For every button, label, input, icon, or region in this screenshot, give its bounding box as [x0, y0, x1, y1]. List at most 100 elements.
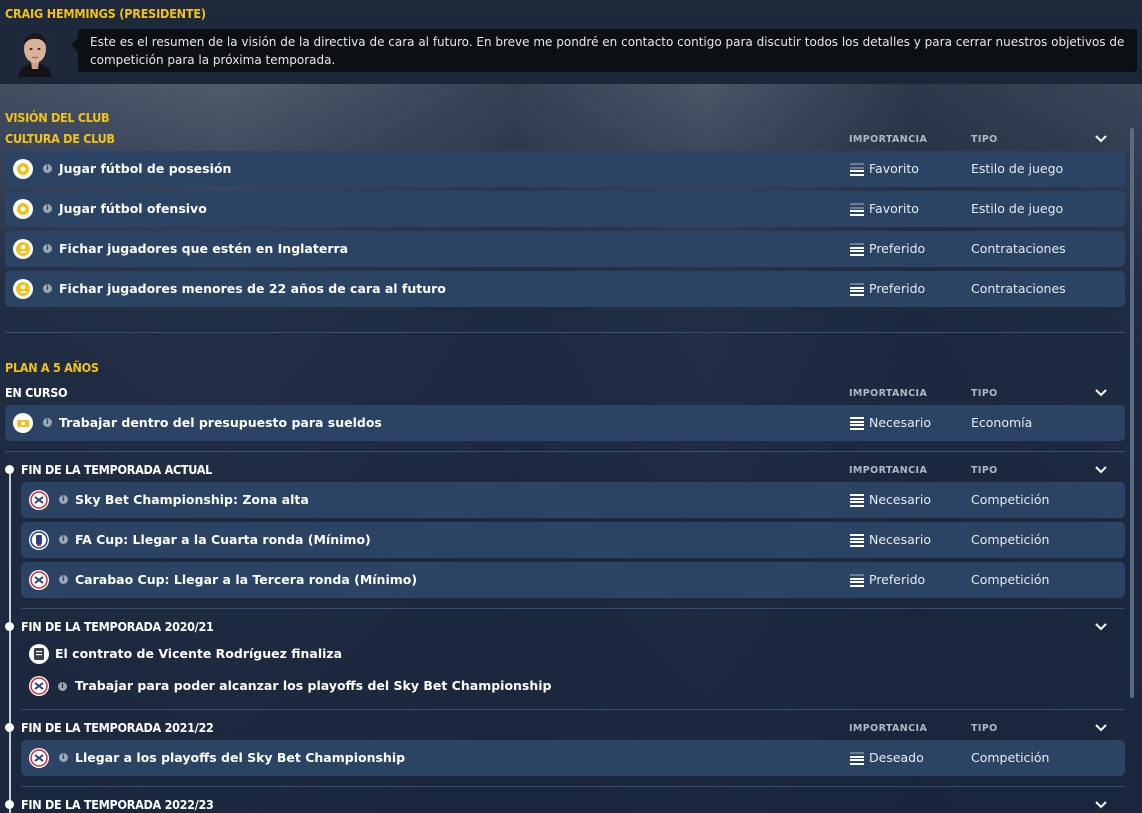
subsection-title-ongoing: EN CURSO: [5, 385, 68, 400]
section-divider: [21, 786, 1125, 787]
importance-value: Preferido: [869, 241, 926, 256]
importance-bars-icon: [850, 534, 864, 547]
type-value: Competición: [971, 572, 1050, 587]
objective-label: FA Cup: Llegar a la Cuarta ronda (Mínimo…: [75, 532, 371, 547]
section-divider: [5, 332, 1125, 333]
timeline-dot: [5, 723, 14, 732]
section-title-vision: VISIÓN DEL CLUB: [5, 110, 110, 125]
collapse-chevron-icon[interactable]: [1094, 798, 1108, 812]
timeline-dot: [5, 800, 14, 809]
importance-bars-icon: [850, 163, 864, 176]
importance-bars-icon: [850, 417, 864, 430]
importance-bars-icon: [850, 574, 864, 587]
info-icon[interactable]: i: [58, 682, 67, 691]
tactics-icon: [13, 159, 33, 179]
section-divider: [21, 709, 1125, 710]
importance-value: Necesario: [869, 492, 932, 507]
vision-row[interactable]: i Fichar jugadores que estén en Inglater…: [5, 231, 1125, 267]
chairman-message: Este es el resumen de la visión de la di…: [71, 29, 1137, 72]
importance-value: Necesario: [869, 532, 932, 547]
timeline-title-current-season: FIN DE LA TEMPORADA ACTUAL: [21, 462, 213, 477]
objective-label: El contrato de Vicente Rodríguez finaliz…: [55, 646, 343, 661]
importance-value: Necesario: [869, 415, 932, 430]
section-divider: [5, 451, 1125, 452]
column-header-importance: IMPORTANCIA: [849, 388, 928, 399]
collapse-chevron-icon[interactable]: [1094, 620, 1108, 634]
timeline-title-2020-21: FIN DE LA TEMPORADA 2020/21: [21, 619, 214, 634]
subsection-title-club-culture: CULTURA DE CLUB: [5, 131, 115, 146]
importance-bars-icon: [850, 752, 864, 765]
objective-label: Sky Bet Championship: Zona alta: [75, 492, 309, 507]
objective-label: Fichar jugadores menores de 22 años de c…: [59, 281, 446, 296]
info-icon[interactable]: i: [43, 244, 52, 253]
importance-bars-icon: [850, 243, 864, 256]
type-value: Contrataciones: [971, 281, 1066, 296]
info-icon[interactable]: i: [43, 418, 52, 427]
chairman-avatar[interactable]: [14, 27, 56, 77]
type-value: Competición: [971, 750, 1050, 765]
column-header-type: TIPO: [971, 134, 998, 145]
objective-label: Carabao Cup: Llegar a la Tercera ronda (…: [75, 572, 418, 587]
objective-label: Fichar jugadores que estén en Inglaterra: [59, 241, 349, 256]
column-header-importance: IMPORTANCIA: [849, 134, 928, 145]
importance-value: Favorito: [869, 201, 919, 216]
info-icon[interactable]: i: [43, 204, 52, 213]
objective-label: Jugar fútbol de posesión: [59, 161, 232, 176]
collapse-chevron-icon[interactable]: [1094, 386, 1108, 400]
importance-bars-icon: [850, 494, 864, 507]
info-icon[interactable]: i: [59, 495, 68, 504]
player-icon: [13, 279, 33, 299]
importance-bars-icon: [850, 203, 864, 216]
type-value: Estilo de juego: [971, 161, 1064, 176]
timeline-title-2022-23: FIN DE LA TEMPORADA 2022/23: [21, 797, 214, 812]
cup-badge-icon: [29, 530, 49, 550]
info-icon[interactable]: i: [43, 284, 52, 293]
board-vision-panel: VISIÓN DEL CLUB CULTURA DE CLUB IMPORTAN…: [0, 99, 1142, 813]
importance-value: Deseado: [869, 750, 924, 765]
vision-row[interactable]: i Fichar jugadores menores de 22 años de…: [5, 271, 1125, 307]
type-value: Economía: [971, 415, 1033, 430]
type-value: Contrataciones: [971, 241, 1066, 256]
chairman-name[interactable]: CRAIG HEMMINGS (PRESIDENTE): [5, 6, 206, 21]
importance-bars-icon: [850, 283, 864, 296]
objective-label: Jugar fútbol ofensivo: [59, 201, 207, 216]
league-badge-icon: [29, 676, 49, 696]
contract-icon: [29, 644, 49, 664]
type-value: Competición: [971, 532, 1050, 547]
type-value: Competición: [971, 492, 1050, 507]
chairman-header: CRAIG HEMMINGS (PRESIDENTE) Este es el r…: [0, 0, 1142, 84]
vision-row[interactable]: i Jugar fútbol ofensivo Favorito Estilo …: [5, 191, 1125, 227]
info-icon[interactable]: i: [43, 164, 52, 173]
vision-row[interactable]: i Jugar fútbol de posesión Favorito Esti…: [5, 151, 1125, 187]
section-title-five-year-plan: PLAN A 5 AÑOS: [5, 360, 99, 375]
section-divider: [21, 608, 1125, 609]
tactics-icon: [13, 199, 33, 219]
plan-row[interactable]: i Llegar a los playoffs del Sky Bet Cham…: [21, 740, 1125, 776]
timeline-dot: [5, 465, 14, 474]
collapse-chevron-icon[interactable]: [1094, 132, 1108, 146]
league-badge-icon: [29, 490, 49, 510]
importance-value: Preferido: [869, 281, 926, 296]
column-header-type: TIPO: [971, 465, 998, 476]
column-header-importance: IMPORTANCIA: [849, 465, 928, 476]
league-badge-icon: [29, 570, 49, 590]
info-icon[interactable]: i: [59, 575, 68, 584]
plan-row[interactable]: i Sky Bet Championship: Zona alta Necesa…: [21, 482, 1125, 518]
importance-value: Favorito: [869, 161, 919, 176]
column-header-type: TIPO: [971, 723, 998, 734]
timeline-dot: [5, 622, 14, 631]
vertical-scrollbar[interactable]: [1130, 128, 1134, 698]
plan-row[interactable]: i FA Cup: Llegar a la Cuarta ronda (Míni…: [21, 522, 1125, 558]
collapse-chevron-icon[interactable]: [1094, 463, 1108, 477]
player-icon: [13, 239, 33, 259]
info-icon[interactable]: i: [59, 535, 68, 544]
plan-row[interactable]: i Carabao Cup: Llegar a la Tercera ronda…: [21, 562, 1125, 598]
objective-label: Trabajar dentro del presupuesto para sue…: [59, 415, 382, 430]
money-icon: [13, 413, 33, 433]
plan-note[interactable]: El contrato de Vicente Rodríguez finaliz…: [29, 644, 429, 664]
importance-value: Preferido: [869, 572, 926, 587]
info-icon[interactable]: i: [59, 753, 68, 762]
collapse-chevron-icon[interactable]: [1094, 721, 1108, 735]
plan-row[interactable]: i Trabajar dentro del presupuesto para s…: [5, 405, 1125, 441]
plan-note[interactable]: i Trabajar para poder alcanzar los playo…: [29, 676, 552, 696]
